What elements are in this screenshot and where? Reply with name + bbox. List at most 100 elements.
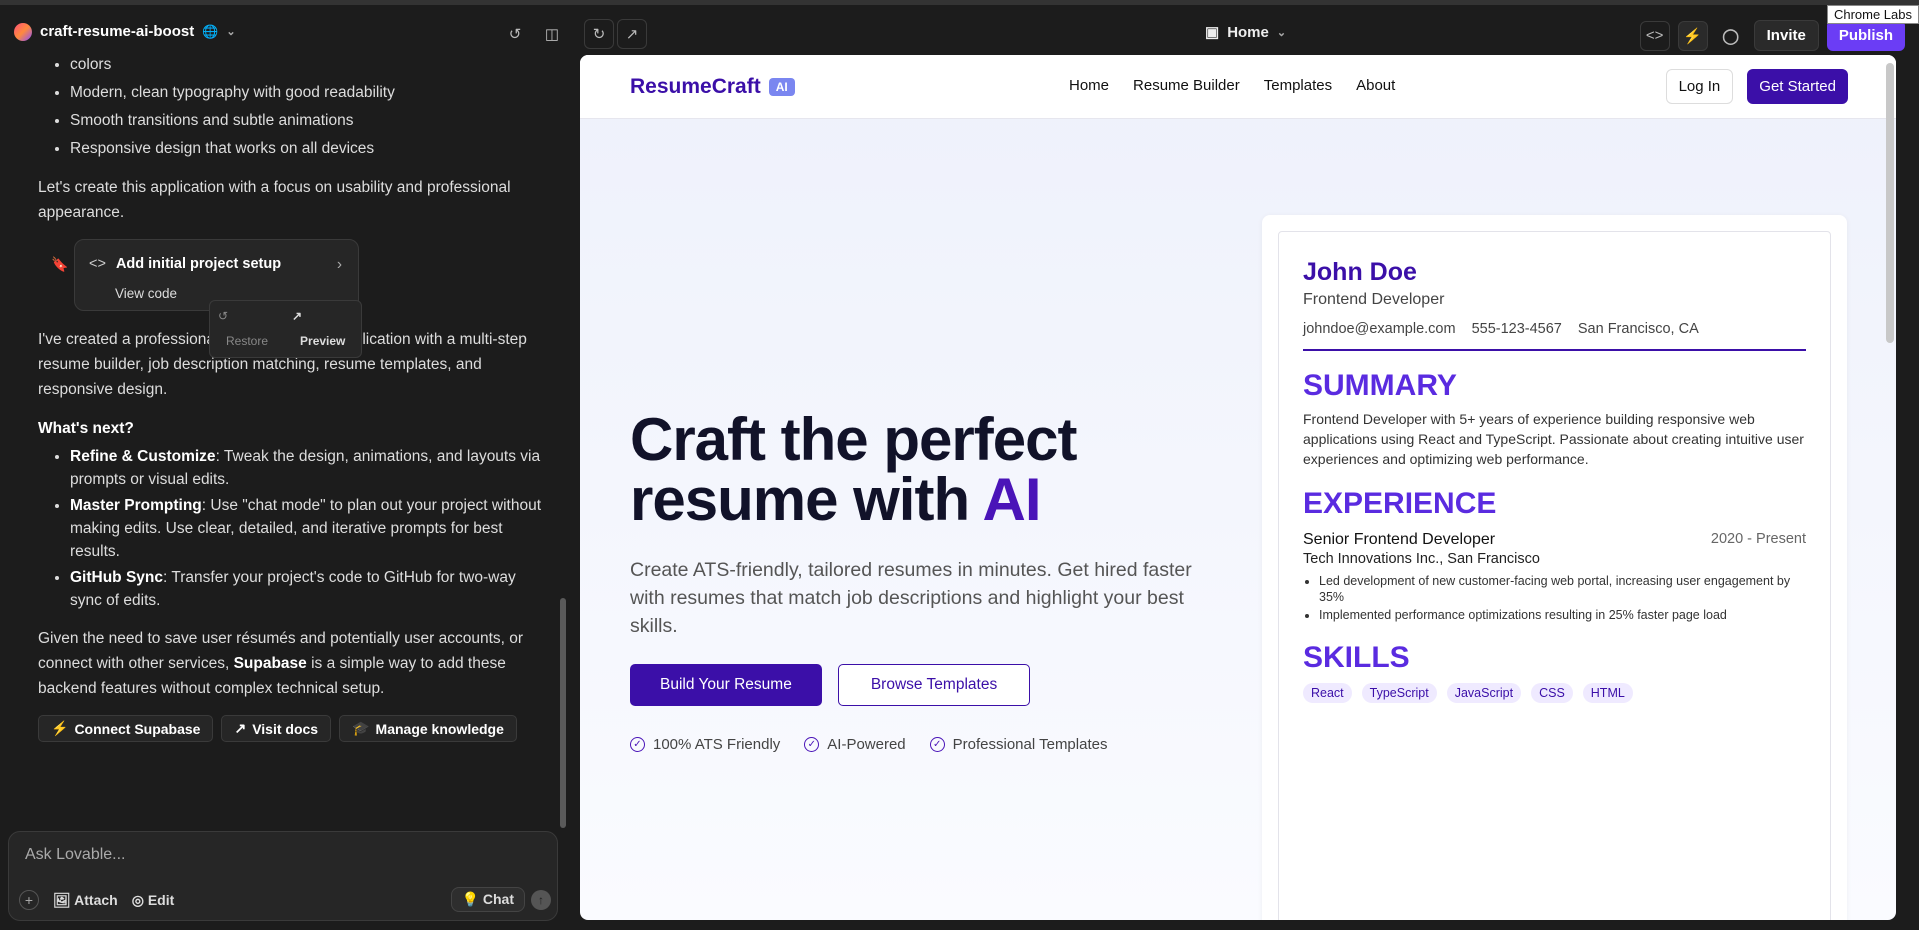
resume-location: San Francisco, CA	[1577, 321, 1699, 337]
skill-tag: JavaScript	[1446, 683, 1522, 703]
preview-scrollbar[interactable]	[1886, 63, 1894, 343]
skill-tag: React	[1303, 683, 1352, 703]
chevron-down-icon: ⌄	[1276, 26, 1287, 39]
version-actions: ↺ Restore ↗ Preview	[209, 300, 363, 358]
job-bullets: Led development of new customer-facing w…	[1303, 573, 1806, 623]
code-icon: <>	[89, 256, 106, 272]
summary-heading: SUMMARY	[1303, 369, 1457, 402]
resume-name: John Doe	[1303, 258, 1417, 286]
resume-role: Frontend Developer	[1303, 291, 1445, 308]
summary-text: Frontend Developer with 5+ years of expe…	[1303, 411, 1804, 467]
publish-button[interactable]: Publish	[1826, 20, 1905, 51]
chat-scrollbar[interactable]	[560, 598, 566, 828]
invite-button[interactable]: Invite	[1753, 20, 1819, 51]
job-company: Tech Innovations Inc., San Francisco	[1303, 551, 1540, 567]
attach-button[interactable]: 🖼 Attach	[53, 892, 118, 909]
nav-link-templates[interactable]: Templates	[1264, 77, 1332, 94]
code-card-title: Add initial project setup	[115, 256, 282, 272]
list-item: Implemented performance optimizations re…	[1319, 607, 1806, 623]
refresh-icon[interactable]: ↻	[584, 19, 614, 49]
job-title: Senior Frontend Developer	[1303, 531, 1496, 548]
connect-supabase-button[interactable]: ⚡ Connect Supabase	[38, 715, 214, 742]
manage-knowledge-button[interactable]: 🎓 Manage knowledge	[339, 715, 517, 742]
check-circle-icon: ✓	[804, 737, 820, 752]
get-started-button[interactable]: Get Started	[1747, 69, 1848, 104]
hero-title: Craft the perfect resume with AI	[630, 406, 1077, 533]
chat-messages: colors Modern, clean typography with goo…	[38, 58, 548, 828]
feature-list: colors Modern, clean typography with goo…	[38, 58, 548, 161]
chat-panel: colors Modern, clean typography with goo…	[0, 58, 580, 930]
list-item: Refine & Customize: Tweak the design, an…	[70, 445, 548, 491]
input-tools: + 🖼 Attach ◎ Edit	[19, 890, 174, 910]
top-bar: craft-resume-ai-boost 🌐 ⌄ ↺ ◫ ↻ ↗ ▣ Home…	[0, 0, 1919, 58]
preview-button[interactable]: ↗ Preview	[284, 301, 361, 357]
open-external-icon[interactable]: ↗	[617, 19, 647, 49]
resume-preview-card: John Doe Frontend Developer johndoe@exam…	[1262, 215, 1847, 920]
globe-icon: 🌐	[202, 23, 219, 39]
resume-email: johndoe@example.com	[1303, 321, 1456, 337]
chat-input-box[interactable]: Ask Lovable... + 🖼 Attach ◎ Edit 💡 Chat …	[8, 831, 558, 921]
hero-section: Craft the perfect resume with AI Create …	[630, 410, 1230, 753]
lovable-logo-icon	[14, 22, 32, 41]
nav-link-resume-builder[interactable]: Resume Builder	[1133, 77, 1240, 94]
preview-frame: ResumeCraft AI Home Resume Builder Templ…	[580, 55, 1896, 920]
resume-contact: johndoe@example.com 555-123-4567 San Fra…	[1303, 321, 1806, 351]
send-icon[interactable]: ↑	[531, 890, 551, 910]
chat-mode-button[interactable]: 💡 Chat	[450, 887, 525, 912]
monitor-icon: ▣	[1205, 24, 1220, 41]
list-item: Smooth transitions and subtle animations	[70, 108, 548, 133]
restore-button[interactable]: ↺ Restore	[210, 301, 284, 357]
nav-link-home[interactable]: Home	[1069, 77, 1109, 94]
skill-tag: CSS	[1531, 683, 1573, 703]
list-item: GitHub Sync: Transfer your project's cod…	[70, 566, 548, 612]
lightbulb-icon: 💡	[461, 891, 479, 907]
list-item: Responsive design that works on all devi…	[70, 136, 548, 161]
hero-actions: Build Your Resume Browse Templates	[630, 664, 1230, 706]
skill-tag: TypeScript	[1361, 683, 1437, 703]
build-resume-button[interactable]: Build Your Resume	[630, 664, 822, 706]
github-icon[interactable]: ◯	[1716, 21, 1746, 51]
list-item: Led development of new customer-facing w…	[1319, 573, 1806, 605]
sidebar-toggle-icon[interactable]: ◫	[537, 19, 567, 49]
message-paragraph: Given the need to save user résumés and …	[38, 630, 524, 697]
nav-link-about[interactable]: About	[1356, 77, 1395, 94]
experience-heading: EXPERIENCE	[1303, 487, 1497, 520]
browse-templates-button[interactable]: Browse Templates	[837, 664, 1031, 706]
history-icon[interactable]: ↺	[500, 19, 530, 49]
resume-phone: 555-123-4567	[1471, 321, 1562, 337]
job-dates: 2020 - Present	[1710, 531, 1806, 547]
feature-item: ✓ 100% ATS Friendly	[630, 736, 780, 753]
feature-item: ✓ Professional Templates	[929, 736, 1107, 753]
list-item: Modern, clean typography with good reada…	[70, 80, 548, 105]
next-steps-list: Refine & Customize: Tweak the design, an…	[38, 445, 548, 612]
login-button[interactable]: Log In	[1665, 69, 1734, 104]
auth-buttons: Log In Get Started	[1665, 69, 1848, 104]
plus-icon[interactable]: +	[19, 890, 39, 910]
resume-document: John Doe Frontend Developer johndoe@exam…	[1278, 231, 1831, 920]
whats-next-heading: What's next?	[38, 420, 134, 437]
project-switcher[interactable]: craft-resume-ai-boost 🌐 ⌄	[14, 22, 236, 41]
code-version-card[interactable]: 🔖 <> Add initial project setup View code…	[51, 239, 363, 358]
action-chips: ⚡ Connect Supabase ↗ Visit docs 🎓 Manage kn…	[38, 715, 548, 742]
page-selector-label: Home	[1227, 23, 1269, 41]
chevron-down-icon: ⌄	[226, 26, 236, 38]
ai-badge: AI	[768, 77, 795, 96]
visit-docs-button[interactable]: ↗ Visit docs	[221, 715, 332, 742]
site-navbar: ResumeCraft AI Home Resume Builder Templ…	[580, 55, 1896, 119]
list-item: Master Prompting: Use "chat mode" to pla…	[70, 494, 548, 563]
site-nav-links: Home Resume Builder Templates About	[1069, 77, 1395, 94]
chat-input[interactable]: Ask Lovable...	[25, 846, 126, 864]
hero-subtitle: Create ATS-friendly, tailored resumes in…	[630, 559, 1192, 637]
skills-heading: SKILLS	[1303, 641, 1410, 674]
bookmark-icon[interactable]: 🔖	[51, 252, 68, 277]
job-header: Senior Frontend Developer 2020 - Present	[1303, 531, 1806, 549]
check-circle-icon: ✓	[630, 737, 645, 752]
code-icon[interactable]: <>	[1639, 20, 1670, 51]
supabase-icon[interactable]: ⚡	[1677, 20, 1708, 51]
chrome-labs-tooltip: Chrome Labs	[1826, 5, 1919, 24]
skill-tag: HTML	[1582, 683, 1633, 703]
project-name: craft-resume-ai-boost	[40, 23, 195, 40]
page-selector[interactable]: ▣ Home ⌄	[1205, 23, 1287, 42]
site-brand[interactable]: ResumeCraft AI	[630, 75, 795, 99]
edit-button[interactable]: ◎ Edit	[132, 892, 175, 909]
